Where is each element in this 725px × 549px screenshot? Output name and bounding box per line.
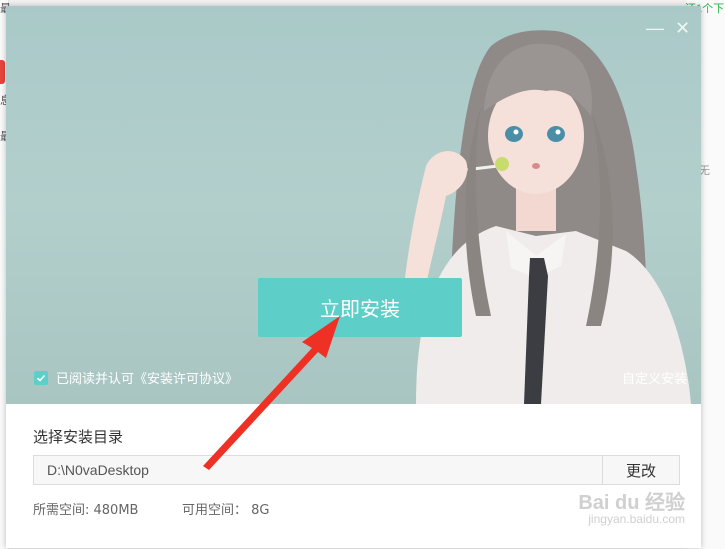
- check-icon: [36, 374, 46, 382]
- installer-banner: — ✕ 立即安装 已阅读并认可《安装许可协议》 自定义安装: [6, 6, 701, 404]
- baidu-watermark-logo: Bai du 经验: [578, 492, 685, 514]
- available-space-text: 可用空间： 8G: [182, 503, 270, 518]
- installer-window: — ✕ 立即安装 已阅读并认可《安装许可协议》 自定义安装 选择安装目录 D:\…: [6, 6, 701, 548]
- anime-character-illustration: [401, 30, 691, 404]
- background-red-marker: [0, 60, 5, 84]
- custom-install-link[interactable]: 自定义安装: [622, 368, 687, 387]
- install-dir-row: 更改: [33, 455, 680, 485]
- agreement-text[interactable]: 已阅读并认可《安装许可协议》: [56, 368, 238, 387]
- install-now-button[interactable]: 立即安装: [258, 278, 462, 337]
- required-space-text: 所需空间: 480MB: [33, 503, 139, 518]
- install-dir-title: 选择安装目录: [33, 428, 124, 446]
- agreement-checkbox[interactable]: [34, 370, 48, 385]
- baidu-watermark-url: jingyan.baidu.com: [588, 512, 685, 526]
- change-dir-button[interactable]: 更改: [603, 456, 679, 484]
- agreement-row: 已阅读并认可《安装许可协议》: [34, 368, 238, 387]
- install-dir-input[interactable]: [34, 456, 602, 484]
